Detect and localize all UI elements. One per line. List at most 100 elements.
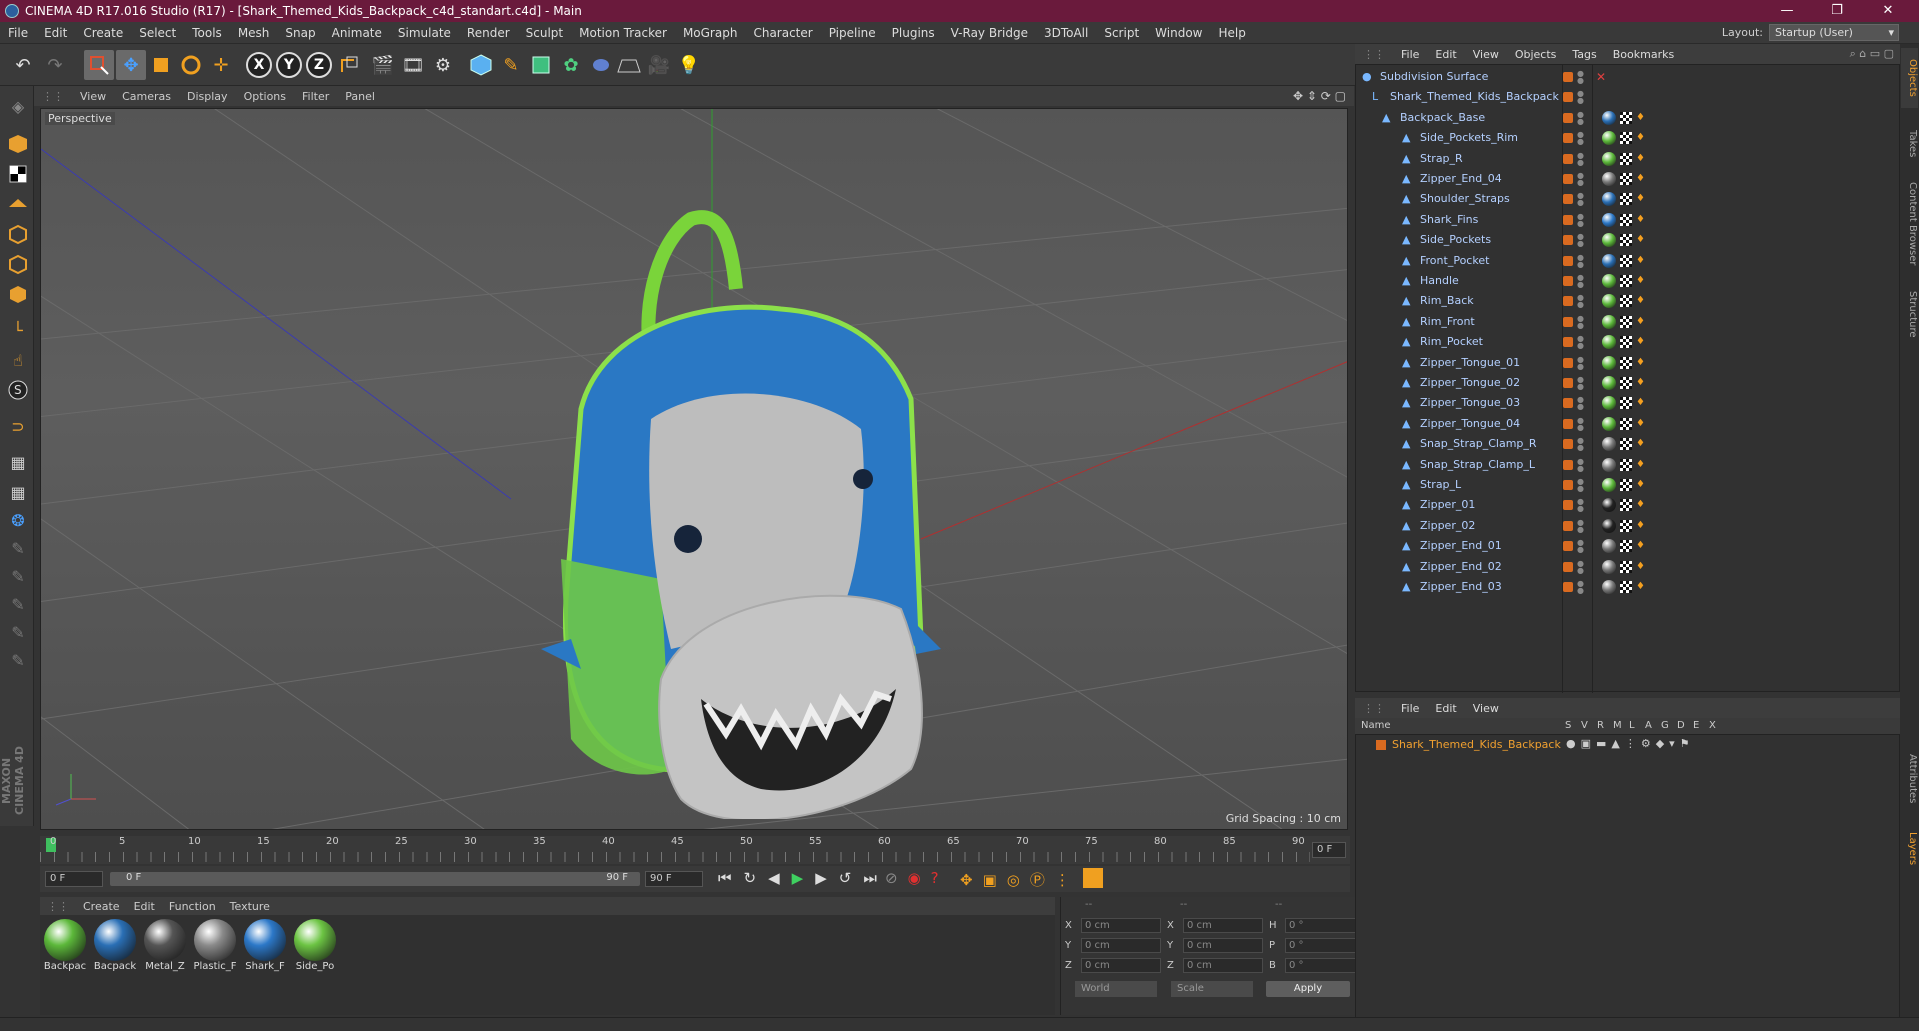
object-row[interactable]: ▲ Strap_L ● ● ♦ [1356, 475, 1901, 495]
visibility-dots-icon[interactable]: ● ● [1577, 437, 1584, 452]
object-name[interactable]: Zipper_End_04 [1420, 172, 1502, 185]
layer-color-icon[interactable] [1563, 194, 1573, 205]
loop-forward-icon[interactable]: ↺ [839, 869, 864, 887]
texture-tag-icon[interactable]: ♦ [1636, 499, 1645, 511]
texture-tag-icon[interactable]: ♦ [1636, 418, 1645, 430]
visibility-dots-icon[interactable]: ● ● [1577, 416, 1584, 431]
uvw-tag-icon[interactable] [1620, 152, 1632, 165]
texture-tag-icon[interactable]: ♦ [1636, 234, 1645, 246]
sculpt-brush-icon-2[interactable]: ✎ [4, 562, 32, 590]
close-button[interactable]: ✕ [1866, 0, 1910, 22]
object-menu-file[interactable]: File [1393, 48, 1427, 61]
tab-content-browser[interactable]: Content Browser [1901, 174, 1918, 274]
menu-create[interactable]: Create [75, 26, 131, 40]
object-name[interactable]: Shark_Themed_Kids_Backpack [1390, 90, 1559, 103]
texture-tag-icon[interactable]: ♦ [1636, 132, 1645, 144]
material-tag-icon[interactable] [1602, 172, 1616, 186]
redo-icon[interactable]: ↷ [40, 50, 70, 80]
material-tag-icon[interactable] [1602, 110, 1616, 125]
object-name[interactable]: Subdivision Surface [1380, 70, 1488, 83]
layer-color-icon[interactable] [1563, 133, 1573, 144]
object-row[interactable]: ▲ Snap_Strap_Clamp_R ● ● ♦ [1356, 434, 1901, 454]
layer-color-icon[interactable] [1563, 72, 1573, 82]
layer-name[interactable]: Shark_Themed_Kids_Backpack [1392, 738, 1561, 751]
uvw-tag-icon[interactable] [1620, 581, 1632, 593]
visibility-dots-icon[interactable]: ● ● [1577, 131, 1584, 146]
sculpt-brush-icon-5[interactable]: ✎ [4, 646, 32, 674]
material-menu-create[interactable]: Create [76, 900, 127, 913]
object-row[interactable]: ▲ Zipper_01 ● ● ♦ [1356, 495, 1901, 515]
material-tag-icon[interactable] [1602, 376, 1616, 390]
texture-tag-icon[interactable]: ♦ [1636, 173, 1645, 185]
layer-color-icon[interactable] [1563, 541, 1573, 552]
material-tag-icon[interactable] [1602, 314, 1616, 329]
z-axis-lock[interactable]: Z [304, 50, 334, 80]
lock-workplane-icon[interactable]: ▦ [4, 448, 32, 476]
deformer-icon[interactable] [586, 50, 616, 80]
menu-pipeline[interactable]: Pipeline [821, 26, 884, 40]
texture-mode-icon[interactable] [4, 160, 32, 188]
object-row[interactable]: ▲ Strap_R ● ● ♦ [1356, 149, 1901, 169]
points-mode-icon[interactable] [4, 220, 32, 248]
material-item[interactable]: Backpac [42, 919, 88, 972]
rotation-h-field[interactable]: 0 ° [1285, 917, 1365, 933]
material-item[interactable]: Metal_Z [142, 919, 188, 972]
material-tag-icon[interactable] [1602, 580, 1616, 594]
menu-simulate[interactable]: Simulate [390, 26, 459, 40]
object-row[interactable]: ▲ Shark_Fins ● ● ♦ [1356, 210, 1901, 230]
uvw-tag-icon[interactable] [1620, 377, 1632, 389]
uvw-tag-icon[interactable] [1620, 275, 1632, 287]
viewport-menu-cameras[interactable]: Cameras [114, 90, 179, 103]
texture-tag-icon[interactable]: ♦ [1636, 520, 1645, 532]
layer-color-icon[interactable] [1563, 357, 1573, 368]
apply-button[interactable]: Apply [1266, 981, 1350, 997]
object-row[interactable]: ▲ Rim_Front ● ● ♦ [1356, 312, 1901, 332]
timeline-ruler[interactable]: 0 5 10 15 20 25 30 35 40 45 50 55 60 65 70 75 80 85 90 0 F [40, 836, 1350, 864]
material-tag-icon[interactable] [1602, 437, 1616, 452]
scale-dropdown[interactable]: Scale [1171, 981, 1253, 997]
uvw-tag-icon[interactable] [1620, 540, 1632, 553]
layer-color-icon[interactable] [1563, 500, 1573, 511]
record-icon[interactable]: ◉ [908, 869, 931, 887]
layer-color-icon[interactable] [1563, 582, 1573, 592]
layer-color-icon[interactable] [1563, 337, 1573, 348]
layer-color-icon[interactable] [1563, 153, 1573, 164]
edges-mode-icon[interactable] [4, 250, 32, 278]
visibility-dots-icon[interactable]: ● ● [1577, 274, 1584, 289]
material-tag-icon[interactable] [1602, 192, 1616, 207]
object-name[interactable]: Zipper_01 [1420, 498, 1475, 511]
texture-tag-icon[interactable]: ♦ [1636, 255, 1645, 267]
viewport-menu-panel[interactable]: Panel [337, 90, 383, 103]
material-tag-icon[interactable] [1602, 416, 1616, 431]
object-name[interactable]: Zipper_End_02 [1420, 560, 1502, 573]
viewport-menu-view[interactable]: View [72, 90, 114, 103]
object-row[interactable]: ▲ Zipper_End_04 ● ● ♦ [1356, 169, 1901, 189]
material-tag-icon[interactable] [1602, 253, 1616, 268]
uvw-tag-icon[interactable] [1620, 315, 1632, 328]
size-z-field[interactable]: 0 cm [1183, 957, 1263, 973]
layer-color-icon[interactable] [1563, 255, 1573, 266]
floor-icon[interactable] [614, 50, 644, 80]
minimize-button[interactable]: — [1765, 0, 1809, 22]
material-tag-icon[interactable] [1602, 498, 1616, 513]
visibility-dots-icon[interactable]: ● ● [1577, 212, 1584, 227]
material-tag-icon[interactable] [1602, 131, 1616, 146]
texture-tag-icon[interactable]: ♦ [1636, 459, 1645, 471]
layer-color-icon[interactable] [1563, 480, 1573, 490]
material-tag-icon[interactable] [1602, 335, 1616, 350]
scale-icon[interactable] [146, 50, 176, 80]
texture-tag-icon[interactable]: ♦ [1636, 193, 1645, 205]
texture-tag-icon[interactable]: ♦ [1636, 479, 1645, 491]
visibility-dots-icon[interactable]: ● ● [1577, 172, 1584, 187]
object-row[interactable]: ▲ Zipper_02 ● ● ♦ [1356, 516, 1901, 536]
layer-color-icon[interactable] [1563, 174, 1573, 184]
texture-tag-icon[interactable]: ♦ [1636, 316, 1645, 328]
object-row[interactable]: ▲ Front_Pocket ● ● ♦ [1356, 251, 1901, 271]
layer-color-icon[interactable] [1563, 418, 1573, 429]
workplane-icon[interactable] [4, 188, 32, 216]
object-row[interactable]: ▲ Shoulder_Straps ● ● ♦ [1356, 189, 1901, 209]
size-y-field[interactable]: 0 cm [1183, 937, 1263, 953]
object-name[interactable]: Snap_Strap_Clamp_R [1420, 437, 1537, 450]
backpack-model[interactable] [521, 179, 961, 819]
sculpt-brush-icon-1[interactable]: ✎ [4, 534, 32, 562]
